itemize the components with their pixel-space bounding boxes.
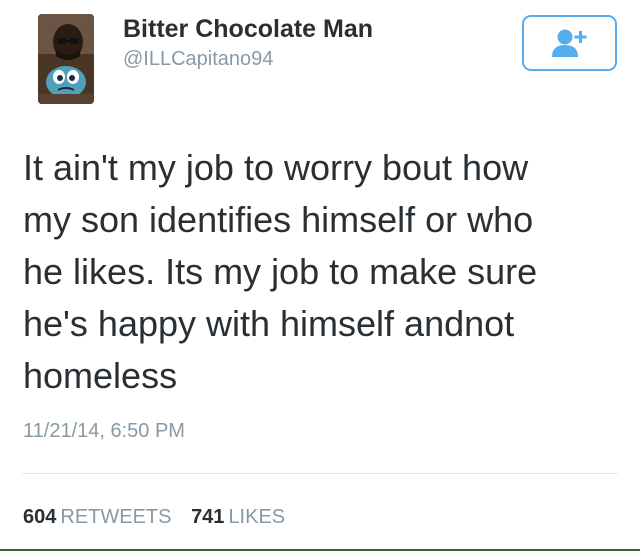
tweet-line: he's happy with himself andnot [23,303,515,344]
tweet-line: my son identifies himself or who [23,199,534,240]
avatar[interactable] [38,14,94,104]
tweet-line: It ain't my job to worry bout how [23,147,529,188]
tweet-line: homeless [23,355,178,396]
likes-stat[interactable]: 741 LIKES [191,506,285,529]
add-user-icon [551,29,586,57]
user-handle[interactable]: @ILLCapitano94 [123,48,273,71]
tweet-stats: 604 RETWEETS 741 LIKES [23,506,299,529]
user-display-name[interactable]: Bitter Chocolate Man [123,15,373,44]
tweet-timestamp[interactable]: 11/21/14, 6:50 PM [23,420,185,443]
retweets-count: 604 [23,506,57,528]
tweet-line: he likes. Its my job to make sure [23,251,538,292]
follow-button[interactable] [522,15,617,71]
tweet-text: It ain't my job to worry bout how my son… [23,142,623,402]
divider [22,473,618,474]
likes-count: 741 [191,506,225,528]
retweets-label: RETWEETS [60,506,172,528]
profile-photo [38,14,94,104]
likes-label: LIKES [228,506,286,528]
retweets-stat[interactable]: 604 RETWEETS [23,506,172,529]
